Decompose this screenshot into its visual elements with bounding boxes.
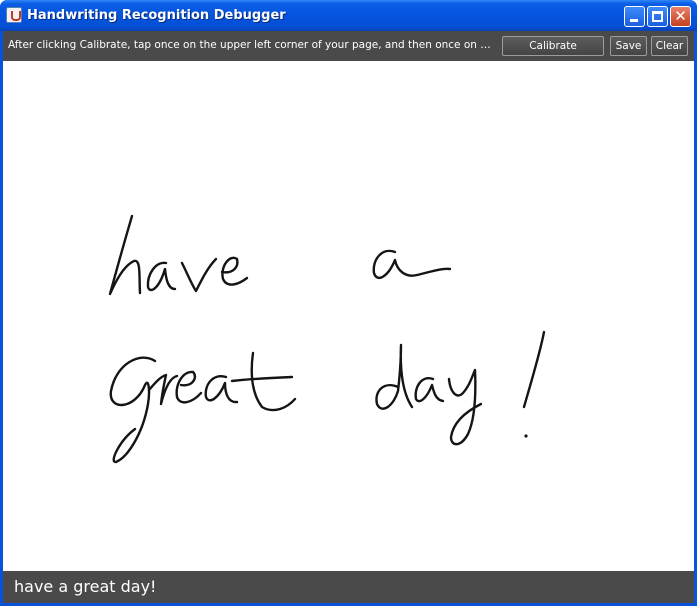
stroke-day-a [414,377,445,403]
instructions-text: After clicking Calibrate, tap once on th… [8,39,492,51]
stroke-great-r [147,373,179,406]
maximize-button[interactable] [647,6,668,27]
close-icon: ✕ [674,7,687,25]
stroke-exclamation-dot [524,434,528,438]
stroke-have-h [108,214,142,296]
stroke-a [372,249,452,279]
app-window: Handwriting Recognition Debugger ✕ After… [0,0,697,606]
title-bar[interactable]: Handwriting Recognition Debugger ✕ [0,0,697,31]
maximize-icon [652,11,663,22]
drawing-canvas[interactable] [3,61,694,571]
recognized-text: have a great day! [14,577,157,596]
stroke-day-d [375,343,414,410]
window-title: Handwriting Recognition Debugger [27,8,286,23]
stroke-great-g [109,356,157,464]
client-area: After clicking Calibrate, tap once on th… [3,31,694,603]
stroke-exclamation [522,330,546,409]
stroke-have-v [180,257,218,293]
stroke-day-y [447,368,483,446]
recognition-result-bar: have a great day! [3,571,694,603]
stroke-have-e [220,256,249,286]
toolbar: After clicking Calibrate, tap once on th… [3,31,694,61]
java-cup-icon[interactable] [6,7,22,23]
stroke-great-t [230,351,297,412]
close-button[interactable]: ✕ [670,6,691,27]
save-button[interactable]: Save [610,36,647,56]
stroke-great-e [175,370,203,404]
clear-button[interactable]: Clear [651,36,688,56]
minimize-button[interactable] [624,6,645,27]
handwriting-strokes [108,214,546,464]
calibrate-button[interactable]: Calibrate [502,36,604,56]
stroke-have-a [146,261,177,292]
minimize-icon [630,19,638,22]
